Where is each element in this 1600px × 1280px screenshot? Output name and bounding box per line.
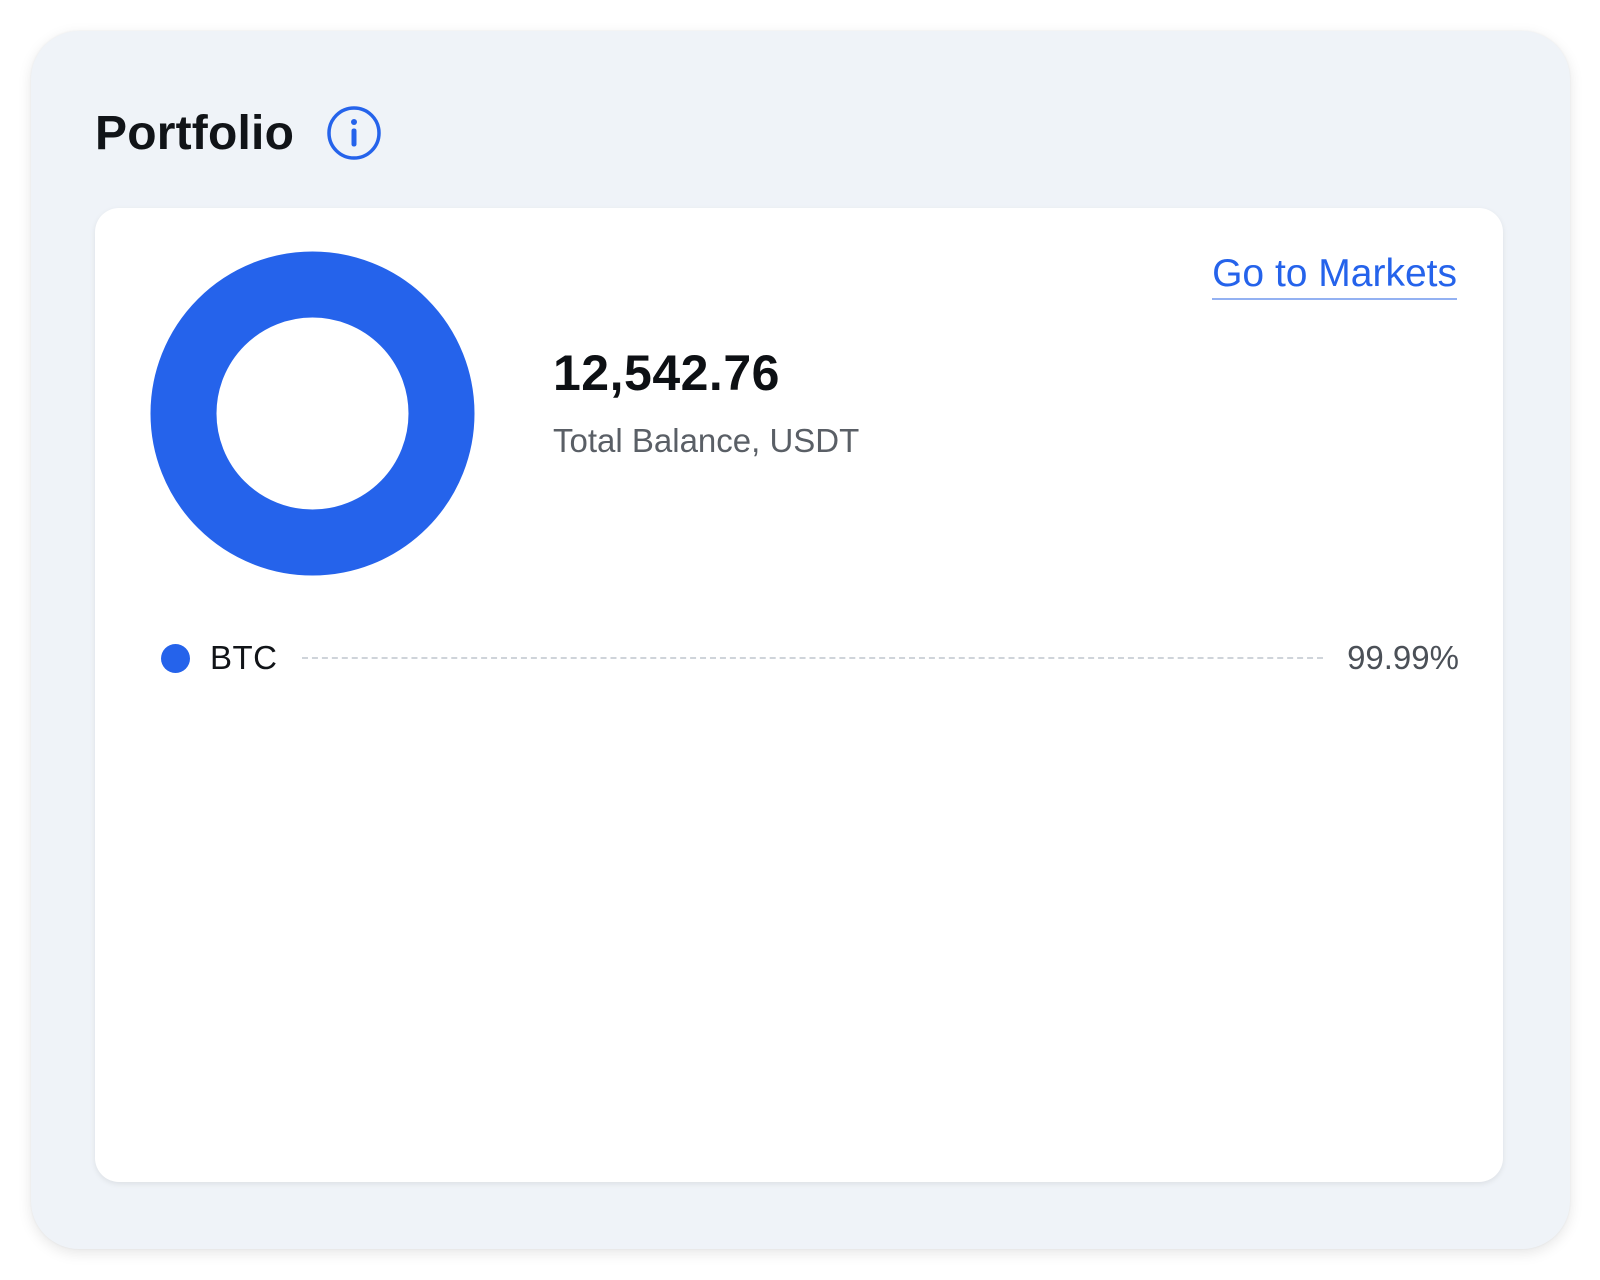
portfolio-donut-chart (150, 251, 475, 576)
balance-block: 12,542.76 Total Balance, USDT (553, 343, 859, 461)
go-to-markets-link[interactable]: Go to Markets (1212, 252, 1457, 300)
portfolio-header: Portfolio (95, 101, 382, 165)
portfolio-title: Portfolio (95, 106, 295, 160)
legend-dot (161, 643, 190, 673)
legend-value: 99.99% (1347, 639, 1459, 676)
donut-slice-btc (150, 251, 475, 576)
total-balance-value: 12,542.76 (553, 345, 780, 401)
legend-label: BTC (210, 639, 278, 676)
portfolio-widget: Portfolio 12,542.76 Total Balance, USDT … (31, 31, 1570, 1249)
portfolio-card: 12,542.76 Total Balance, USDT Go to Mark… (95, 208, 1503, 1182)
legend-item-btc: BTC 99.99% (161, 636, 1459, 680)
info-icon[interactable] (326, 105, 382, 161)
total-balance-label: Total Balance, USDT (553, 422, 860, 459)
legend-leader-line (301, 657, 1324, 659)
